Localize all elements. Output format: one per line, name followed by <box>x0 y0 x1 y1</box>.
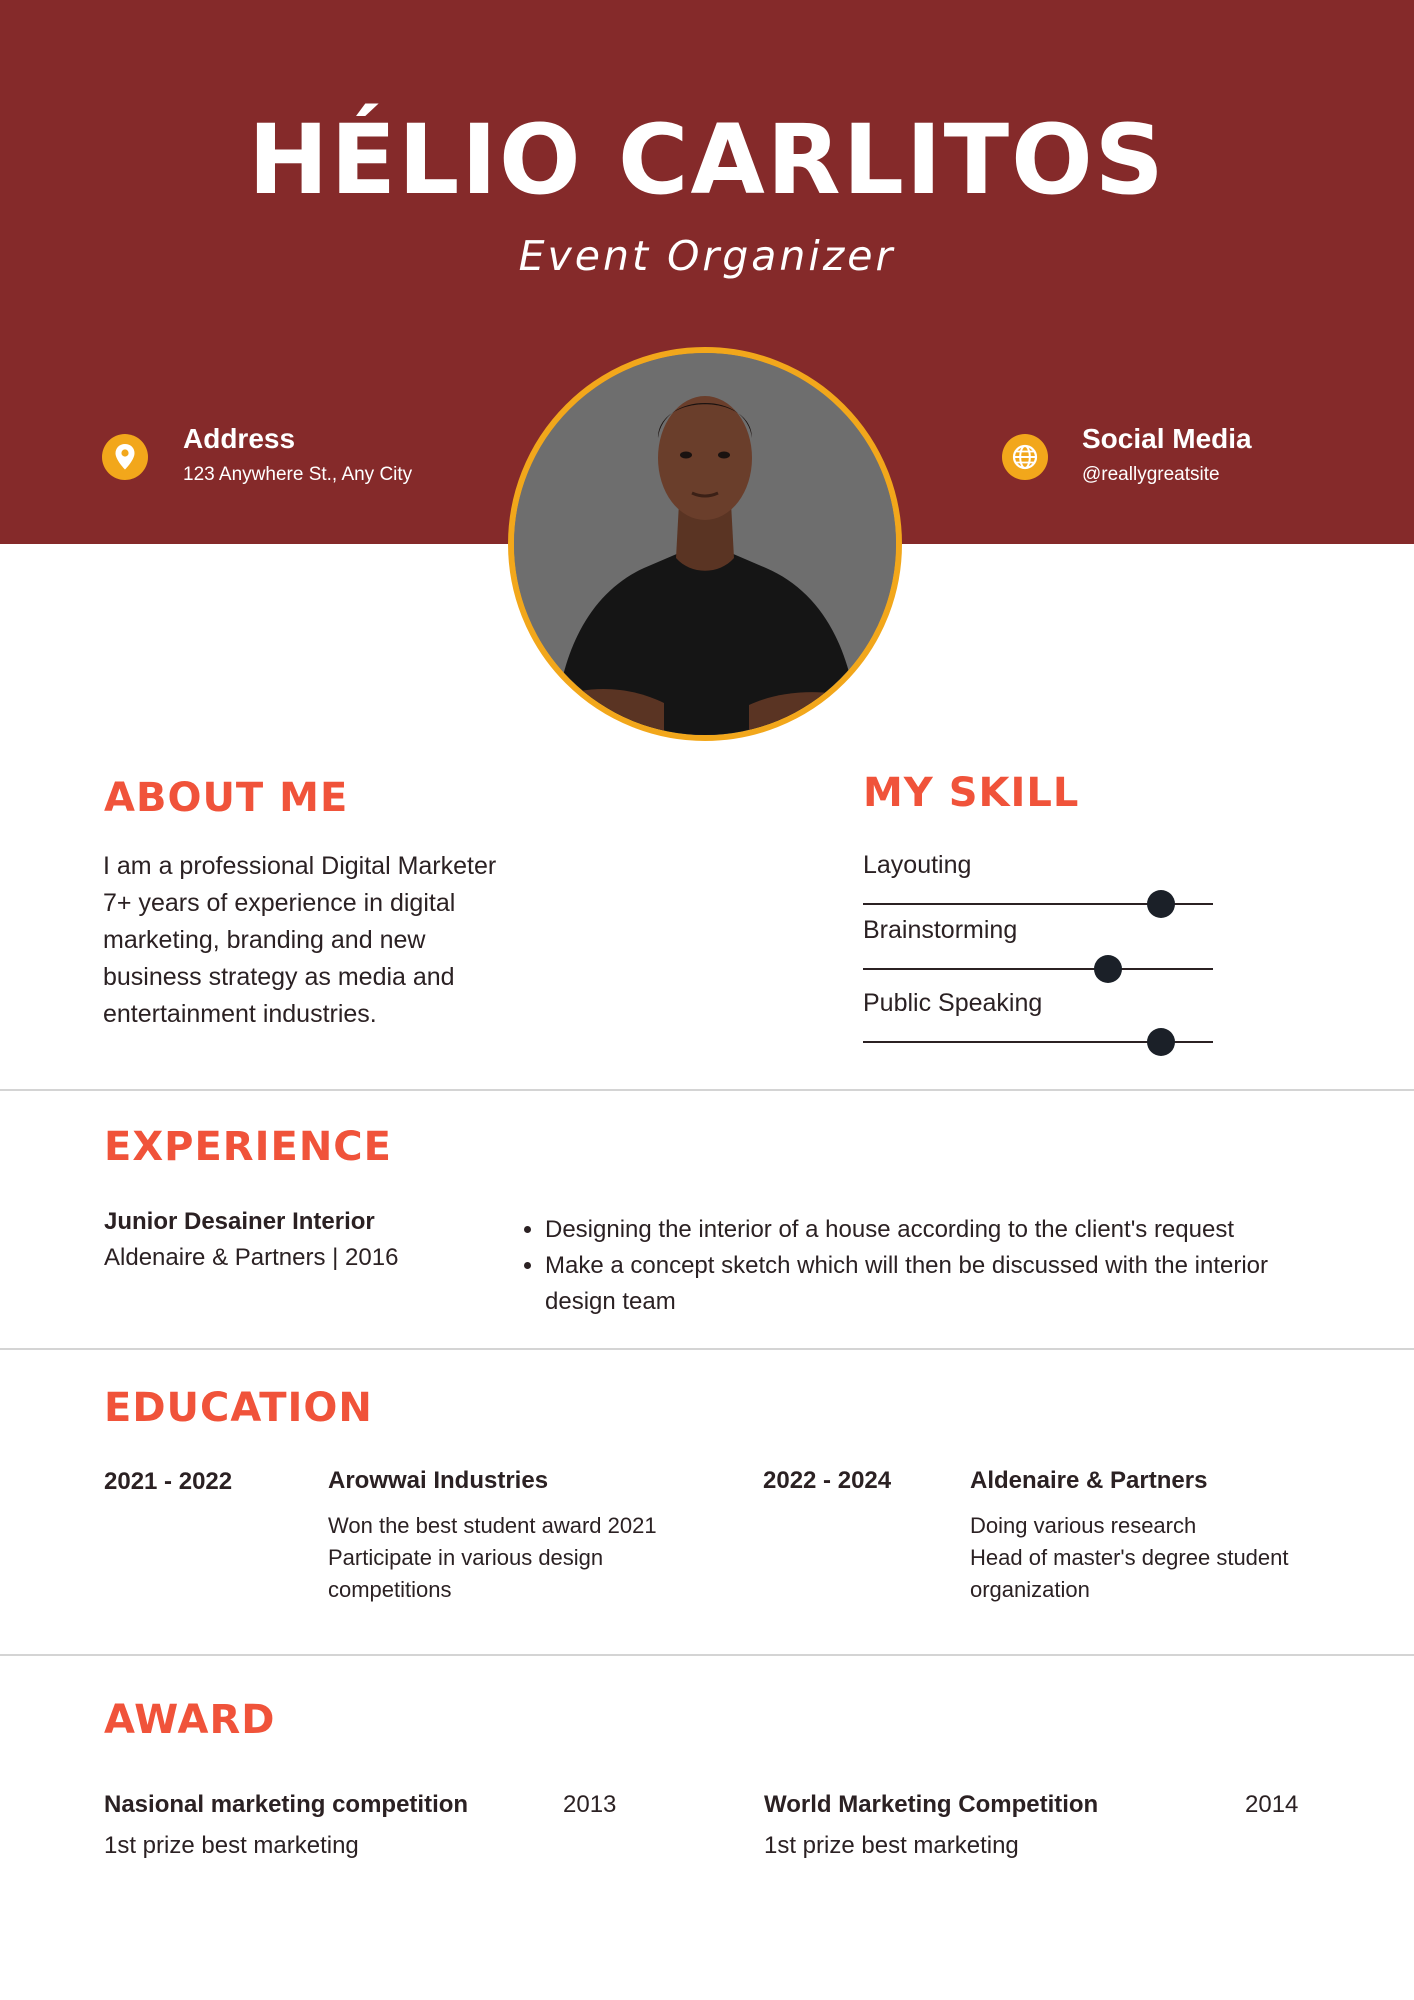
person-name: HÉLIO CARLITOS <box>248 104 1166 216</box>
education-desc-line: competitions <box>328 1577 452 1602</box>
award-year: 2014 <box>1245 1791 1299 1818</box>
education-desc-line: organization <box>970 1577 1090 1602</box>
award-year: 2013 <box>563 1791 617 1818</box>
education-desc: Won the best student award 2021 Particip… <box>328 1510 728 1606</box>
education-school: Aldenaire & Partners <box>970 1467 1208 1494</box>
address-value: 123 Anywhere St., Any City <box>183 464 413 485</box>
experience-bullet: Make a concept sketch which will then be… <box>545 1248 1313 1320</box>
education-desc-line: Participate in various design <box>328 1545 604 1570</box>
about-line: entertainment industries. <box>103 1000 377 1028</box>
about-line: I am a professional Digital Marketer <box>103 852 497 880</box>
social-value: @reallygreatsite <box>1082 464 1220 485</box>
section-divider <box>0 1654 1414 1656</box>
social-title: Social Media <box>1082 423 1252 454</box>
skill-label: Brainstorming <box>863 916 1018 944</box>
about-line: 7+ years of experience in digital <box>103 889 456 917</box>
experience-bullets: Designing the interior of a house accord… <box>513 1212 1313 1320</box>
award-desc: 1st prize best marketing <box>764 1832 1019 1859</box>
award-name: World Marketing Competition <box>764 1791 1099 1818</box>
education-desc-line: Doing various research <box>970 1513 1197 1538</box>
skill-level-knob <box>1146 1028 1175 1056</box>
award-desc: 1st prize best marketing <box>104 1832 359 1859</box>
section-divider <box>0 1089 1414 1091</box>
skill-label: Layouting <box>863 851 972 879</box>
experience-title: EXPERIENCE <box>104 1124 392 1170</box>
education-desc-line: Won the best student award 2021 <box>328 1513 657 1538</box>
section-divider <box>0 1348 1414 1350</box>
job-role: Event Organizer <box>518 232 896 280</box>
skill-level-knob <box>1146 890 1175 918</box>
about-title: ABOUT ME <box>104 775 349 821</box>
education-desc: Doing various research Head of master's … <box>970 1510 1370 1606</box>
skill-label: Public Speaking <box>863 989 1043 1017</box>
award-title: AWARD <box>104 1697 276 1743</box>
about-text: I am a professional Digital Marketer 7+ … <box>103 848 623 1033</box>
profile-photo <box>508 347 902 741</box>
education-desc-line: Head of master's degree student <box>970 1545 1289 1570</box>
education-years: 2021 - 2022 <box>104 1468 233 1495</box>
education-school: Arowwai Industries <box>328 1467 549 1494</box>
education-years: 2022 - 2024 <box>763 1467 892 1494</box>
about-line: marketing, branding and new <box>103 926 426 954</box>
about-line: business strategy as media and <box>103 963 455 991</box>
skill-track <box>863 968 1213 970</box>
job-company: Aldenaire & Partners | 2016 <box>104 1244 399 1271</box>
job-title: Junior Desainer Interior <box>104 1208 375 1235</box>
skill-title: MY SKILL <box>863 770 1080 816</box>
address-title: Address <box>183 423 296 454</box>
skill-level-knob <box>1094 955 1122 983</box>
award-name: Nasional marketing competition <box>104 1791 469 1818</box>
experience-bullet: Designing the interior of a house accord… <box>545 1212 1313 1248</box>
education-title: EDUCATION <box>104 1385 373 1431</box>
globe-icon <box>1002 434 1048 480</box>
location-pin-icon <box>102 434 148 480</box>
